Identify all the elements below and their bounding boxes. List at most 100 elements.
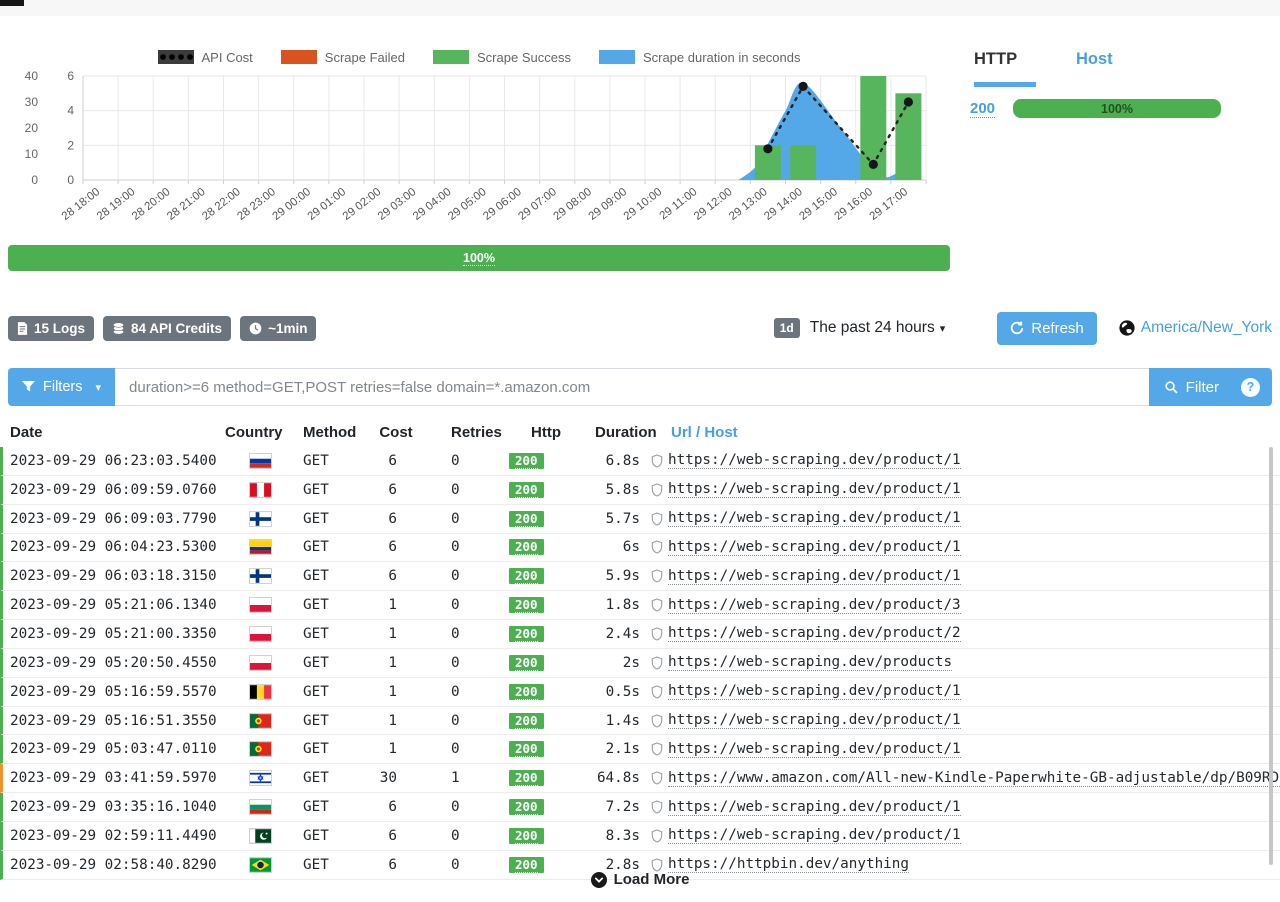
table-row[interactable]: 2023-09-29 05:20:50.4550GET102002shttps:… xyxy=(0,649,1280,678)
log-url-link[interactable]: https://web-scraping.dev/product/1 xyxy=(668,539,961,556)
log-cost: 1 xyxy=(371,626,421,642)
log-method[interactable]: GET xyxy=(303,741,329,757)
log-country xyxy=(225,482,295,498)
log-method[interactable]: GET xyxy=(303,770,329,786)
log-url-link[interactable]: https://web-scraping.dev/product/1 xyxy=(668,827,961,844)
table-row[interactable]: 2023-09-29 05:16:59.5570GET102000.5shttp… xyxy=(0,678,1280,707)
legend-item-api-cost[interactable]: API Cost xyxy=(158,50,253,65)
http-host-panel: HTTP Host 200100% xyxy=(970,48,1272,118)
log-country xyxy=(225,511,295,527)
table-row[interactable]: 2023-09-29 03:41:59.5970GET30120064.8sht… xyxy=(0,764,1280,793)
log-url-link[interactable]: https://web-scraping.dev/product/2 xyxy=(668,625,961,642)
svg-text:28 19:00: 28 19:00 xyxy=(95,186,138,223)
log-country xyxy=(225,655,295,671)
log-url-link[interactable]: https://web-scraping.dev/product/1 xyxy=(668,568,961,585)
log-retries: 0 xyxy=(421,713,501,729)
table-row[interactable]: 2023-09-29 06:04:23.5300GET602006shttps:… xyxy=(0,534,1280,563)
table-row[interactable]: 2023-09-29 06:09:03.7790GET602005.7shttp… xyxy=(0,505,1280,534)
tab-http[interactable]: HTTP xyxy=(970,48,1040,89)
country-flag-pl xyxy=(249,597,272,613)
log-method[interactable]: GET xyxy=(303,568,329,584)
log-method[interactable]: GET xyxy=(303,713,329,729)
shield-icon xyxy=(651,598,663,612)
filter-query-input[interactable] xyxy=(115,368,1149,406)
log-method[interactable]: GET xyxy=(303,828,329,844)
log-duration: 1.4s xyxy=(591,713,651,729)
log-method[interactable]: GET xyxy=(303,453,329,469)
log-country xyxy=(225,741,295,757)
timezone-link[interactable]: America/New_York xyxy=(1119,319,1272,337)
table-row[interactable]: 2023-09-29 06:03:18.3150GET602005.9shttp… xyxy=(0,562,1280,591)
table-scrollbar[interactable] xyxy=(1269,447,1273,865)
log-method[interactable]: GET xyxy=(303,799,329,815)
log-duration: 1.8s xyxy=(591,597,651,613)
table-row[interactable]: 2023-09-29 03:35:16.1040GET602007.2shttp… xyxy=(0,793,1280,822)
top-corner-mark xyxy=(0,0,24,6)
activity-chart: 010203040024628 18:0028 19:0028 20:0028 … xyxy=(8,68,950,240)
country-flag-co xyxy=(249,539,272,555)
log-retries: 0 xyxy=(421,684,501,700)
legend-item-scrape-duration-in-seconds[interactable]: Scrape duration in seconds xyxy=(599,50,801,65)
log-method[interactable]: GET xyxy=(303,482,329,498)
svg-text:29 03:00: 29 03:00 xyxy=(376,186,419,223)
logs-count-badge: 15 Logs xyxy=(8,316,94,341)
log-url-link[interactable]: https://web-scraping.dev/products xyxy=(668,654,952,671)
filter-apply-button[interactable]: Filter ? xyxy=(1149,368,1272,406)
http-code-link[interactable]: 200 xyxy=(970,100,995,118)
col-country: Country xyxy=(225,424,295,441)
chevron-down-icon: ▾ xyxy=(940,323,946,335)
log-url-link[interactable]: https://web-scraping.dev/product/3 xyxy=(668,597,961,614)
log-method[interactable]: GET xyxy=(303,539,329,555)
log-duration: 5.9s xyxy=(591,568,651,584)
svg-text:29 15:00: 29 15:00 xyxy=(797,186,840,223)
legend-swatch-api-cost xyxy=(158,50,194,64)
log-country xyxy=(225,626,295,642)
svg-text:28 22:00: 28 22:00 xyxy=(200,186,243,223)
table-row[interactable]: 2023-09-29 05:03:47.0110GET102002.1shttp… xyxy=(0,735,1280,764)
log-url-link[interactable]: https://web-scraping.dev/product/1 xyxy=(668,481,961,498)
table-row[interactable]: 2023-09-29 05:21:06.1340GET102001.8shttp… xyxy=(0,591,1280,620)
funnel-icon xyxy=(22,381,35,393)
help-icon[interactable]: ? xyxy=(1241,378,1260,397)
legend-swatch-scrape-duration-in-seconds xyxy=(599,50,635,64)
shield-icon xyxy=(651,800,663,814)
log-url-link[interactable]: https://web-scraping.dev/product/1 xyxy=(668,741,961,758)
log-url-link[interactable]: https://www.amazon.com/All-new-Kindle-Pa… xyxy=(668,770,1280,787)
shield-icon xyxy=(651,771,663,785)
log-method[interactable]: GET xyxy=(303,684,329,700)
legend-swatch-scrape-success xyxy=(433,50,469,64)
log-method[interactable]: GET xyxy=(303,626,329,642)
svg-text:28 21:00: 28 21:00 xyxy=(165,186,208,223)
log-url-link[interactable]: https://web-scraping.dev/product/1 xyxy=(668,799,961,816)
legend-item-scrape-failed[interactable]: Scrape Failed xyxy=(281,50,405,65)
api-credits-label: 84 API Credits xyxy=(131,321,222,336)
log-url-link[interactable]: https://web-scraping.dev/product/1 xyxy=(668,683,961,700)
table-row[interactable]: 2023-09-29 02:59:11.4490GET602008.3shttp… xyxy=(0,822,1280,851)
svg-text:29 13:00: 29 13:00 xyxy=(727,186,770,223)
tab-host[interactable]: Host xyxy=(1072,48,1117,71)
refresh-button[interactable]: Refresh xyxy=(997,312,1097,345)
log-method[interactable]: GET xyxy=(303,511,329,527)
svg-text:29 14:00: 29 14:00 xyxy=(762,186,805,223)
load-more-button[interactable]: Load More xyxy=(585,870,696,889)
log-url-link[interactable]: https://web-scraping.dev/product/1 xyxy=(668,510,961,527)
log-retries: 0 xyxy=(421,828,501,844)
api-credits-badge: 84 API Credits xyxy=(103,316,231,341)
table-row[interactable]: 2023-09-29 06:09:59.0760GET602005.8shttp… xyxy=(0,476,1280,505)
table-row[interactable]: 2023-09-29 06:23:03.5400GET602006.8shttp… xyxy=(0,447,1280,476)
table-row[interactable]: 2023-09-29 05:16:51.3550GET102001.4shttp… xyxy=(0,707,1280,736)
range-dropdown[interactable]: The past 24 hours▾ xyxy=(810,319,945,337)
log-url-link[interactable]: https://web-scraping.dev/product/1 xyxy=(668,712,961,729)
log-method[interactable]: GET xyxy=(303,597,329,613)
table-row[interactable]: 2023-09-29 05:21:00.3350GET102002.4shttp… xyxy=(0,620,1280,649)
log-method[interactable]: GET xyxy=(303,655,329,671)
col-url-host: Url / Host xyxy=(651,424,1280,441)
http-status-badge: 200 xyxy=(509,597,544,613)
log-cost: 1 xyxy=(371,684,421,700)
filters-dropdown-button[interactable]: Filters ▾ xyxy=(8,368,115,406)
log-url-link[interactable]: https://web-scraping.dev/product/1 xyxy=(668,452,961,469)
svg-text:0: 0 xyxy=(31,173,38,187)
legend-item-scrape-success[interactable]: Scrape Success xyxy=(433,50,571,65)
col-duration: Duration xyxy=(591,424,651,441)
tab-http-label: HTTP xyxy=(974,50,1017,68)
